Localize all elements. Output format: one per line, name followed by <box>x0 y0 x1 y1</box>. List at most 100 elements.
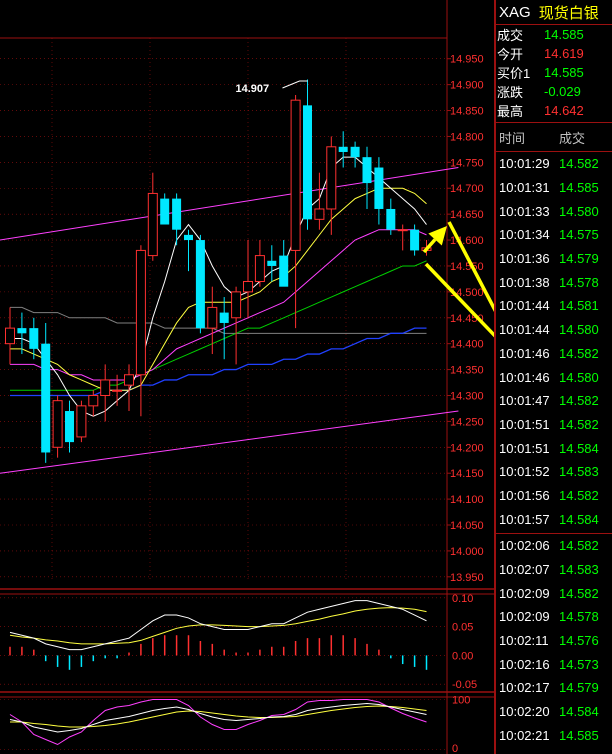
symbol-header: XAG 现货白银 <box>496 0 612 24</box>
tick-row[interactable]: 10:01:44 14.580 <box>496 318 612 342</box>
y-tick-label: 14.900 <box>450 80 484 92</box>
y-tick-label: 14.650 <box>450 209 484 221</box>
tick-time: 10:02:16 <box>499 656 550 672</box>
tick-row[interactable]: 10:02:21 14.585 <box>496 724 612 748</box>
tick-time: 10:02:11 <box>499 633 549 649</box>
tick-row[interactable]: 10:02:09 14.578 <box>496 605 612 629</box>
tick-row[interactable]: 10:01:51 14.582 <box>496 413 612 437</box>
candle-body <box>290 99 301 251</box>
tick-row[interactable]: 10:01:51 14.584 <box>496 436 612 460</box>
tick-row[interactable]: 10:02:20 14.584 <box>496 700 612 724</box>
tick-row[interactable]: 10:01:56 14.582 <box>496 484 612 508</box>
tick-list[interactable]: 10:01:29 14.582 10:01:31 14.585 10:01:33 14.5… <box>496 152 612 531</box>
y-tick-label: -0.05 <box>452 679 477 691</box>
chart-area[interactable]: 14.950 14.900 14.850 14.800 14.750 14.700 14.6… <box>0 0 494 754</box>
tick-row[interactable]: 10:02:17 14.579 <box>496 676 612 700</box>
tick-row[interactable]: 10:01:36 14.579 <box>496 247 612 271</box>
candle-body <box>410 229 420 251</box>
tick-price: 14.582 <box>559 345 599 361</box>
kline-chart[interactable]: 14.950 14.900 14.850 14.800 14.750 14.700 14.6… <box>0 0 494 754</box>
y-tick-label: 0.10 <box>452 593 473 605</box>
tick-row[interactable]: 10:01:52 14.583 <box>496 460 612 484</box>
tick-time: 10:01:44 <box>499 322 550 338</box>
symbol-code: XAG <box>499 3 531 21</box>
tick-price: 14.578 <box>559 609 599 625</box>
tick-price: 14.582 <box>559 538 599 554</box>
quote-label: 涨跌 <box>497 85 524 100</box>
tick-row[interactable]: 10:01:31 14.585 <box>496 176 612 200</box>
tick-time: 10:02:09 <box>499 609 550 625</box>
tick-row[interactable]: 10:02:16 14.573 <box>496 652 612 676</box>
candle-body <box>100 379 111 396</box>
ma-white-line <box>10 156 427 417</box>
candle-body <box>124 374 134 386</box>
y-tick-label: 0 <box>452 743 458 754</box>
tick-header-price: 成交 <box>559 130 586 146</box>
y-tick-label: 14.000 <box>450 546 484 558</box>
symbol-name: 现货白银 <box>538 4 599 22</box>
quote-label: 成交 <box>497 28 524 43</box>
tick-price: 14.585 <box>559 180 599 196</box>
y-tick-label: 14.350 <box>450 365 484 377</box>
quote-summary: 成交 14.585 今开 14.619 买价1 14.585 涨跌 -0.029 最高 14.64… <box>496 25 612 120</box>
tick-price: 14.583 <box>559 464 599 480</box>
y-tick-label: 13.950 <box>450 572 484 584</box>
tick-row[interactable]: 10:01:29 14.582 <box>496 152 612 176</box>
candle-body <box>207 306 218 329</box>
candle-body <box>397 229 408 232</box>
y-tick-label: 14.850 <box>450 106 484 118</box>
tick-price: 14.582 <box>559 487 599 503</box>
tick-price: 14.578 <box>559 274 599 290</box>
y-tick-label: 14.150 <box>450 468 484 480</box>
candle-body <box>338 146 348 152</box>
candle-body <box>279 255 289 287</box>
tick-row[interactable]: 10:02:06 14.582 <box>496 534 612 558</box>
y-tick-label: 0.00 <box>452 650 473 662</box>
tick-header: 时间 成交 <box>496 123 612 151</box>
tick-row[interactable]: 10:01:47 14.582 <box>496 389 612 413</box>
tick-time: 10:01:57 <box>499 511 550 527</box>
tick-row[interactable]: 10:01:44 14.581 <box>496 294 612 318</box>
tick-time: 10:02:06 <box>499 538 550 554</box>
tick-price: 14.582 <box>559 585 599 601</box>
y-tick-label: 14.550 <box>450 261 484 273</box>
ma-green-line <box>10 260 427 391</box>
arrow-down <box>424 262 494 338</box>
quote-row: 今开 14.619 <box>496 44 612 63</box>
candle-body <box>112 389 123 392</box>
tick-row[interactable]: 10:01:46 14.580 <box>496 365 612 389</box>
candle-body <box>65 411 74 443</box>
tick-time: 10:02:17 <box>499 680 550 696</box>
y-tick-label: 0.05 <box>452 622 473 634</box>
tick-time: 10:01:56 <box>499 487 550 503</box>
y-tick-label: 14.700 <box>450 183 484 195</box>
quote-row: 成交 14.585 <box>496 25 612 44</box>
tick-price: 14.584 <box>559 511 599 527</box>
y-tick-label: 14.250 <box>450 416 484 428</box>
candle-body <box>5 327 15 345</box>
tick-row[interactable]: 10:02:07 14.583 <box>496 558 612 582</box>
tick-row[interactable]: 10:02:11 14.576 <box>496 629 612 653</box>
tick-row[interactable]: 10:01:34 14.575 <box>496 223 612 247</box>
tick-row[interactable]: 10:02:09 14.582 <box>496 581 612 605</box>
tick-row[interactable]: 10:01:46 14.582 <box>496 342 612 366</box>
tick-row[interactable]: 10:01:57 14.584 <box>496 507 612 531</box>
tick-price: 14.575 <box>559 227 599 243</box>
tick-time: 10:01:38 <box>499 274 550 290</box>
tick-time: 10:02:07 <box>499 562 550 578</box>
candle-body <box>52 400 63 448</box>
y-tick-label: 14.950 <box>450 54 484 66</box>
tick-price: 14.584 <box>559 704 599 720</box>
y-tick-label: 14.800 <box>450 131 484 143</box>
tick-price: 14.580 <box>559 322 599 338</box>
tick-row[interactable]: 10:01:33 14.580 <box>496 199 612 223</box>
quote-value: 14.585 <box>544 27 584 42</box>
tick-time: 10:01:52 <box>499 464 550 480</box>
tick-row[interactable]: 10:01:38 14.578 <box>496 270 612 294</box>
quote-row: 涨跌 -0.029 <box>496 82 612 101</box>
candle-body <box>147 192 158 257</box>
tick-time: 10:01:51 <box>499 440 550 456</box>
tick-list[interactable]: 10:02:06 14.582 10:02:07 14.583 10:02:09 14.5… <box>496 534 612 747</box>
candle-body <box>243 281 253 293</box>
quote-label: 今开 <box>497 47 524 62</box>
